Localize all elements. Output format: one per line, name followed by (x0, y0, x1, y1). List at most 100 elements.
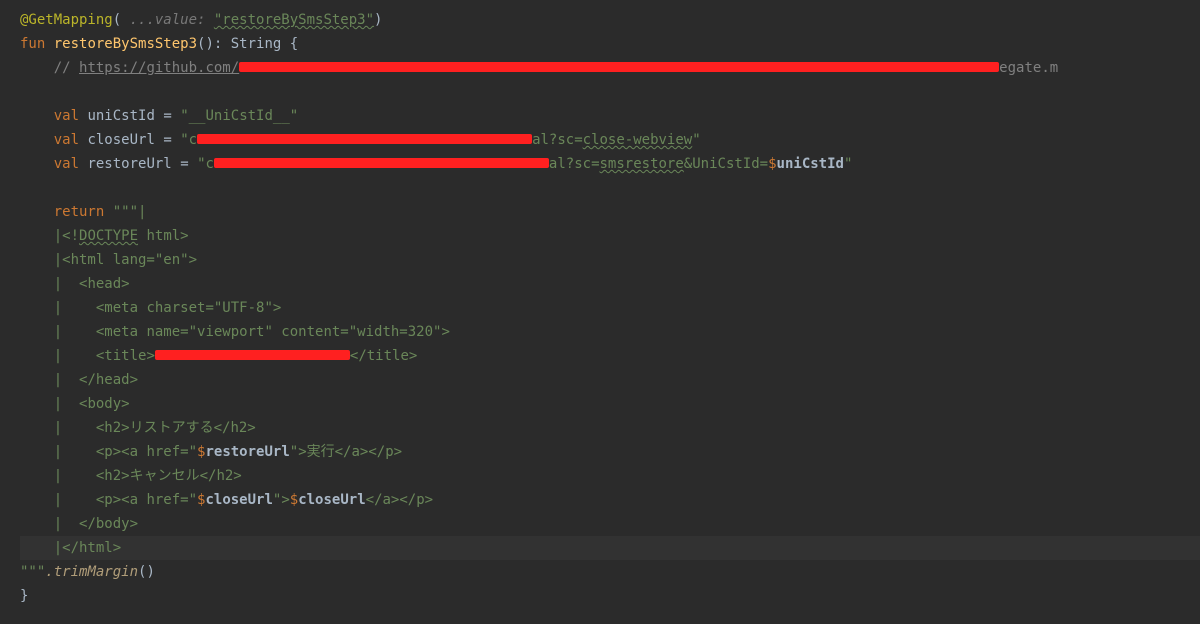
code-line: @GetMapping( ...value: "restoreBySmsStep… (20, 8, 1200, 32)
link-text: 実行 (307, 444, 335, 460)
var-name: closeUrl (87, 132, 154, 148)
html-a-mid: "> (273, 492, 290, 508)
string-literal: "__UniCstId__" (180, 108, 298, 124)
parens: () (197, 36, 214, 52)
html-meta: <meta charset="UTF-8"> (96, 300, 281, 316)
string-quote: "c (197, 156, 214, 172)
blank-line (20, 176, 1200, 200)
code-line: """.trimMargin() (20, 560, 1200, 584)
string-part: close-webview (583, 132, 693, 148)
comment-url: https://github.com/ (79, 60, 239, 76)
code-line: | <head> (20, 272, 1200, 296)
html-a-close: </a></p> (335, 444, 402, 460)
parens: () (138, 564, 155, 580)
code-line: } (20, 584, 1200, 608)
var-name: restoreUrl (87, 156, 171, 172)
html-doctype: DOCTYPE (79, 228, 138, 244)
template-var: closeUrl (298, 492, 365, 508)
keyword-val: val (54, 156, 79, 172)
annotation-token: @GetMapping (20, 12, 113, 28)
comment-suffix: egate.m (999, 60, 1058, 76)
html-p: <p><a href=" (96, 444, 197, 460)
code-line: | <body> (20, 392, 1200, 416)
pipe: | (54, 516, 62, 532)
code-line: | <p><a href="$restoreUrl">実行</a></p> (20, 440, 1200, 464)
pipe: | (54, 396, 62, 412)
html-head: <head> (79, 276, 130, 292)
html-line: |<! (54, 228, 79, 244)
code-line-comment: // https://github.com/egate.m (20, 56, 1200, 80)
html-h2: <h2>リストアする</h2> (96, 420, 256, 436)
redaction-bar (155, 350, 350, 360)
code-line: val restoreUrl = "c al?sc=smsrestore&UniC… (20, 152, 1200, 176)
code-line-highlighted: |</html> (20, 536, 1200, 560)
string-part: &UniCstId= (684, 156, 768, 172)
keyword-val: val (54, 108, 79, 124)
html-a-close: </a></p> (366, 492, 433, 508)
pipe: | (54, 492, 62, 508)
code-line: return """| (20, 200, 1200, 224)
html-line: html> (138, 228, 189, 244)
blank-line (20, 80, 1200, 104)
template-expr: $ (290, 492, 298, 508)
triple-quote: """| (113, 204, 147, 220)
string-part: al?sc= (549, 156, 600, 172)
redaction-bar (197, 134, 532, 144)
redaction-bar (214, 158, 549, 168)
pipe: | (54, 276, 62, 292)
redaction-bar (239, 62, 999, 72)
html-meta: <meta name="viewport" content="width=320… (96, 324, 450, 340)
comment-slashes: // (54, 60, 79, 76)
template-var: uniCstId (777, 156, 844, 172)
html-title-open: <title> (96, 348, 155, 364)
paren-close: ) (374, 12, 382, 28)
code-line: | <h2>キャンセル</h2> (20, 464, 1200, 488)
html-body-close: </body> (79, 516, 138, 532)
keyword-return: return (54, 204, 105, 220)
code-line: val uniCstId = "__UniCstId__" (20, 104, 1200, 128)
pipe: | (54, 324, 62, 340)
keyword-val: val (54, 132, 79, 148)
pipe: | (54, 372, 62, 388)
equals: = (163, 132, 171, 148)
param-hint: ...value: (121, 12, 214, 28)
code-line: |<!DOCTYPE html> (20, 224, 1200, 248)
return-type: : String { (214, 36, 298, 52)
method-call: .trimMargin (45, 564, 138, 580)
code-line: fun restoreBySmsStep3(): String { (20, 32, 1200, 56)
html-a-mid: "> (290, 444, 307, 460)
code-line: | <title> </title> (20, 344, 1200, 368)
close-brace: } (20, 588, 28, 604)
html-body: <body> (79, 396, 130, 412)
string-part: al?sc= (532, 132, 583, 148)
string-quote: " (692, 132, 700, 148)
string-part: smsrestore (600, 156, 684, 172)
pipe: | (54, 300, 62, 316)
html-title-close: </title> (350, 348, 417, 364)
pipe: | (54, 348, 62, 364)
code-line: | </head> (20, 368, 1200, 392)
code-line: | <h2>リストアする</h2> (20, 416, 1200, 440)
code-line: val closeUrl = "c al?sc=close-webview" (20, 128, 1200, 152)
html-close: |</html> (54, 540, 121, 556)
string-literal: "restoreBySmsStep3" (214, 12, 374, 28)
pipe: | (54, 420, 62, 436)
code-line: | <p><a href="$closeUrl">$closeUrl</a></… (20, 488, 1200, 512)
template-expr: $ (768, 156, 776, 172)
function-name: restoreBySmsStep3 (54, 36, 197, 52)
pipe: | (54, 444, 62, 460)
code-line: | <meta name="viewport" content="width=3… (20, 320, 1200, 344)
html-p: <p><a href=" (96, 492, 197, 508)
var-name: uniCstId (87, 108, 154, 124)
code-line: |<html lang="en"> (20, 248, 1200, 272)
pipe: | (54, 468, 62, 484)
string-quote: "c (180, 132, 197, 148)
code-line: | <meta charset="UTF-8"> (20, 296, 1200, 320)
code-line: | </body> (20, 512, 1200, 536)
paren-open: ( (113, 12, 121, 28)
equals: = (180, 156, 188, 172)
triple-quote-close: """ (20, 564, 45, 580)
equals: = (163, 108, 171, 124)
string-quote: " (844, 156, 852, 172)
keyword-fun: fun (20, 36, 45, 52)
